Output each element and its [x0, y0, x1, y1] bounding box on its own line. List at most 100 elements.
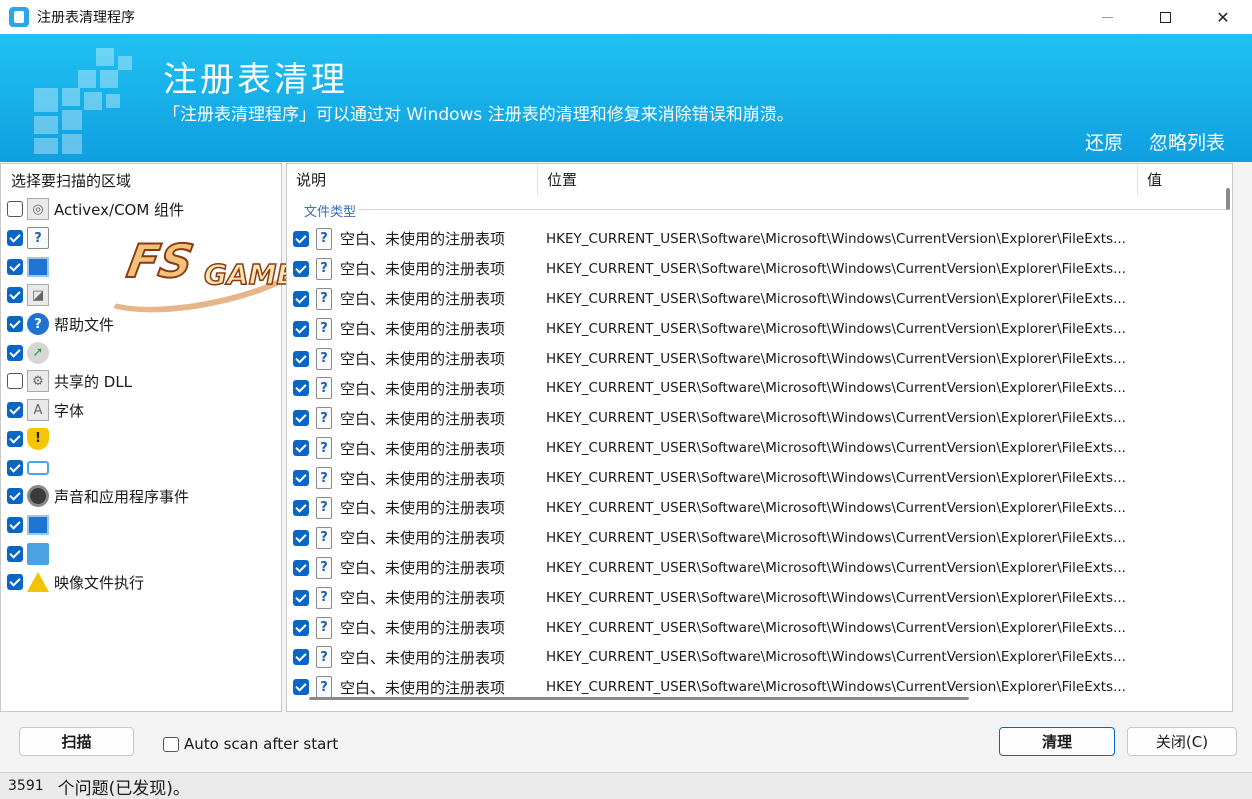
close-button[interactable]: 关闭(C): [1127, 727, 1237, 756]
question-doc-icon: ?: [316, 496, 332, 519]
scan-area-item[interactable]: !: [7, 425, 277, 454]
row-checkbox[interactable]: [293, 290, 309, 307]
table-row[interactable]: ? 空白、未使用的注册表项 HKEY_CURRENT_USER\Software\M…: [287, 553, 1232, 583]
row-description: 空白、未使用的注册表项: [340, 350, 506, 368]
table-row[interactable]: ? 空白、未使用的注册表项 HKEY_CURRENT_USER\Software\M…: [287, 284, 1232, 314]
minimize-button[interactable]: [1078, 0, 1136, 34]
column-header-description[interactable]: 说明: [287, 164, 538, 195]
close-icon: ✕: [1216, 7, 1230, 27]
auto-scan-checkbox[interactable]: [163, 736, 179, 752]
scan-area-image-execution[interactable]: 映像文件执行: [7, 568, 277, 597]
scan-area-activex[interactable]: ◎ Activex/COM 组件: [7, 195, 277, 224]
table-row[interactable]: ? 空白、未使用的注册表项 HKEY_CURRENT_USER\Software\M…: [287, 493, 1232, 523]
checkbox[interactable]: [7, 516, 23, 533]
row-description: 空白、未使用的注册表项: [340, 678, 506, 697]
row-checkbox[interactable]: [293, 589, 309, 606]
scan-area-item[interactable]: ?: [7, 224, 277, 253]
row-checkbox[interactable]: [293, 499, 309, 516]
close-window-button[interactable]: ✕: [1194, 0, 1252, 34]
horizontal-scrollbar[interactable]: [309, 697, 969, 700]
table-row[interactable]: ? 空白、未使用的注册表项 HKEY_CURRENT_USER\Software\M…: [287, 463, 1232, 493]
scan-area-shared-dll[interactable]: ⚙ 共享的 DLL: [7, 367, 277, 396]
row-location: HKEY_CURRENT_USER\Software\Microsoft\Win…: [546, 230, 1126, 247]
row-checkbox[interactable]: [293, 260, 309, 277]
table-row[interactable]: ? 空白、未使用的注册表项 HKEY_CURRENT_USER\Software\M…: [287, 583, 1232, 613]
scan-area-item[interactable]: [7, 539, 277, 568]
window-title: 注册表清理程序: [37, 10, 135, 26]
ignore-list-link[interactable]: 忽略列表: [1149, 128, 1225, 155]
row-checkbox[interactable]: [293, 350, 309, 367]
scan-area-item[interactable]: [7, 453, 277, 482]
clean-button[interactable]: 清理: [999, 727, 1115, 756]
header-banner: 注册表清理 「注册表清理程序」可以通过对 Windows 注册表的清理和修复来消…: [0, 34, 1252, 162]
row-checkbox[interactable]: [293, 559, 309, 576]
window-controls: ✕: [1078, 0, 1252, 34]
checkbox[interactable]: [7, 373, 23, 390]
scan-button[interactable]: 扫描: [19, 727, 134, 756]
checkbox[interactable]: [7, 545, 23, 562]
table-row[interactable]: ? 空白、未使用的注册表项 HKEY_CURRENT_USER\Software\M…: [287, 433, 1232, 463]
row-checkbox[interactable]: [293, 440, 309, 457]
window-gear-icon: ◪: [27, 284, 49, 307]
checkbox[interactable]: [7, 430, 23, 447]
checkbox[interactable]: [7, 402, 23, 419]
table-row[interactable]: ? 空白、未使用的注册表项 HKEY_CURRENT_USER\Software\M…: [287, 403, 1232, 433]
scan-area-label: Activex/COM 组件: [54, 200, 185, 219]
speaker-icon: [27, 485, 49, 508]
table-row[interactable]: ? 空白、未使用的注册表项 HKEY_CURRENT_USER\Software\M…: [287, 314, 1232, 344]
warning-icon: [27, 571, 49, 593]
table-row[interactable]: ? 空白、未使用的注册表项 HKEY_CURRENT_USER\Software\M…: [287, 373, 1232, 403]
row-checkbox[interactable]: [293, 230, 309, 247]
row-checkbox[interactable]: [293, 619, 309, 636]
scan-area-item[interactable]: ➚: [7, 338, 277, 367]
group-label-file-types: 文件类型: [304, 205, 357, 220]
table-row[interactable]: ? 空白、未使用的注册表项 HKEY_CURRENT_USER\Software\M…: [287, 613, 1232, 643]
row-checkbox[interactable]: [293, 380, 309, 397]
question-doc-icon: ?: [316, 287, 332, 310]
table-row[interactable]: ? 空白、未使用的注册表项 HKEY_CURRENT_USER\Software\M…: [287, 344, 1232, 374]
auto-scan-option[interactable]: Auto scan after start: [163, 735, 338, 753]
table-row[interactable]: ? 空白、未使用的注册表项 HKEY_CURRENT_USER\Software\M…: [287, 523, 1232, 553]
vertical-scrollbar[interactable]: [1226, 188, 1230, 210]
scan-area-item[interactable]: ◪: [7, 281, 277, 310]
checkbox[interactable]: [7, 459, 23, 476]
scan-area-item[interactable]: [7, 252, 277, 281]
question-doc-icon: ?: [316, 377, 332, 400]
screen-icon: [27, 460, 49, 475]
scan-area-header: 选择要扫描的区域: [11, 172, 132, 190]
scan-area-sound-events[interactable]: 声音和应用程序事件: [7, 482, 277, 511]
checkbox[interactable]: [7, 201, 23, 218]
table-row[interactable]: ? 空白、未使用的注册表项 HKEY_CURRENT_USER\Software\M…: [287, 224, 1232, 254]
checkbox[interactable]: [7, 488, 23, 505]
restore-link[interactable]: 还原: [1085, 128, 1123, 155]
row-location: HKEY_CURRENT_USER\Software\Microsoft\Win…: [546, 380, 1126, 397]
row-description: 空白、未使用的注册表项: [340, 409, 506, 428]
table-row[interactable]: ? 空白、未使用的注册表项 HKEY_CURRENT_USER\Software\M…: [287, 254, 1232, 284]
question-doc-icon: ?: [316, 676, 332, 699]
checkbox[interactable]: [7, 230, 23, 247]
scan-area-list: ◎ Activex/COM 组件 ? ◪ ? 帮助文件 ➚ ⚙ 共享的 DLL …: [7, 195, 277, 597]
row-checkbox[interactable]: [293, 470, 309, 487]
scan-area-fonts[interactable]: A 字体: [7, 396, 277, 425]
maximize-button[interactable]: [1136, 0, 1194, 34]
row-checkbox[interactable]: [293, 679, 309, 696]
row-description: 空白、未使用的注册表项: [340, 439, 506, 458]
row-location: HKEY_CURRENT_USER\Software\Microsoft\Win…: [546, 589, 1126, 606]
scan-area-item[interactable]: [7, 511, 277, 540]
column-header-value[interactable]: 值: [1138, 164, 1232, 195]
row-checkbox[interactable]: [293, 529, 309, 546]
question-doc-icon: ?: [316, 227, 332, 250]
scan-area-help-files[interactable]: ? 帮助文件: [7, 310, 277, 339]
row-checkbox[interactable]: [293, 410, 309, 427]
checkbox[interactable]: [7, 574, 23, 591]
checkbox[interactable]: [7, 287, 23, 304]
checkbox[interactable]: [7, 258, 23, 275]
table-row[interactable]: ? 空白、未使用的注册表项 HKEY_CURRENT_USER\Software\M…: [287, 642, 1232, 672]
scan-area-label: 帮助文件: [54, 315, 115, 334]
row-checkbox[interactable]: [293, 649, 309, 666]
question-doc-icon: ?: [316, 257, 332, 280]
checkbox[interactable]: [7, 344, 23, 361]
row-checkbox[interactable]: [293, 320, 309, 337]
checkbox[interactable]: [7, 316, 23, 333]
column-header-location[interactable]: 位置: [538, 164, 1138, 195]
